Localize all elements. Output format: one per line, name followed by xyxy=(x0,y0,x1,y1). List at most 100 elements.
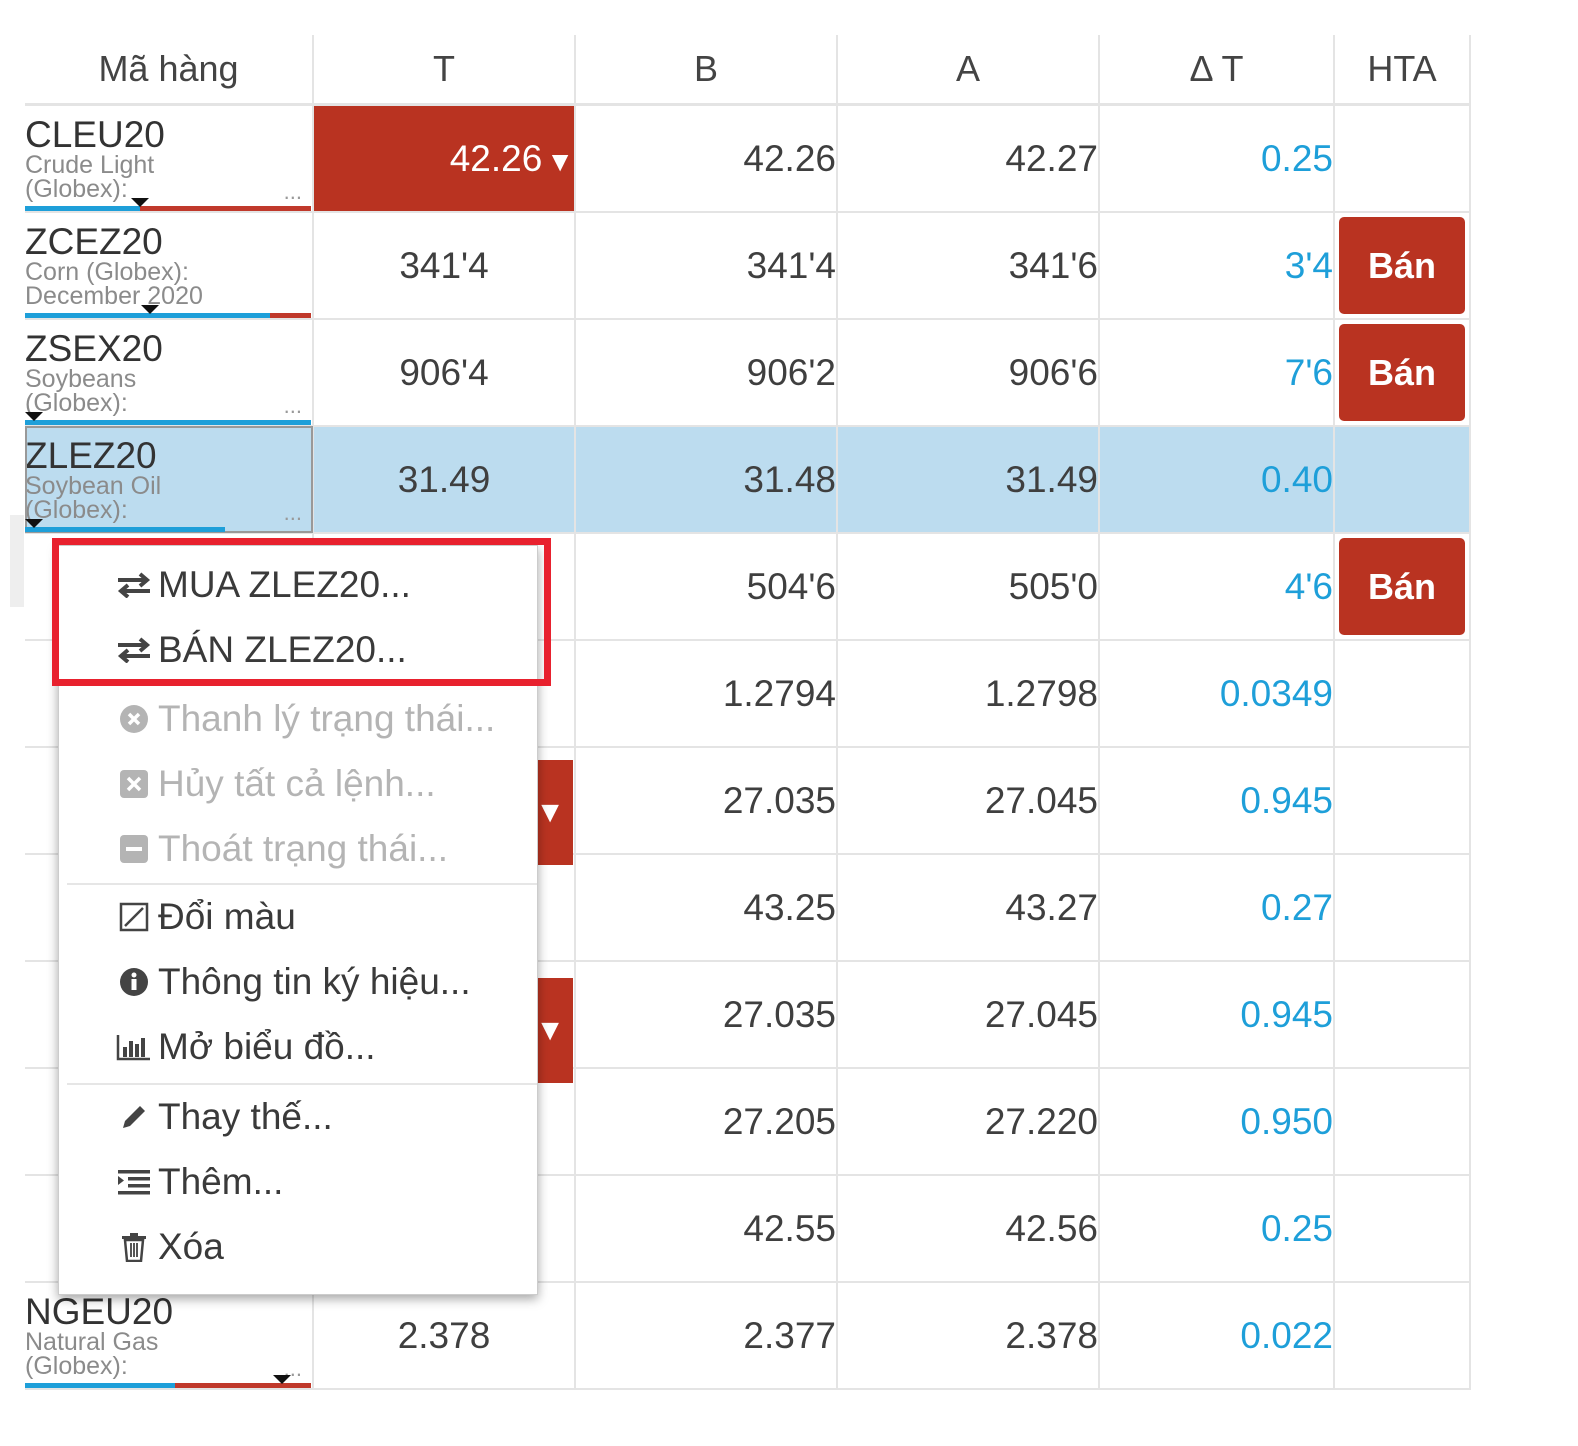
sell-button[interactable]: Bán xyxy=(1339,538,1465,635)
symbol-cell[interactable]: NGEU20 Natural Gas (Globex): ... xyxy=(25,1281,314,1390)
marker-icon xyxy=(131,198,149,207)
sell-button[interactable]: Bán xyxy=(1339,324,1465,421)
menu-item-label: Thêm... xyxy=(158,1161,284,1202)
hta-cell: Bán xyxy=(1333,532,1471,641)
last-price-cell[interactable]: 31.49 xyxy=(312,425,576,534)
hta-cell: Bán xyxy=(1333,318,1471,427)
ask-cell[interactable]: 42.27 xyxy=(836,103,1100,213)
menu-item-label: Thanh lý trạng thái... xyxy=(158,698,496,739)
change-cell: 0.950 xyxy=(1098,1067,1335,1176)
menu-item-symbol-info[interactable]: Thông tin ký hiệu... xyxy=(114,953,471,1011)
change-cell: 3'4 xyxy=(1098,211,1335,320)
sell-button[interactable]: Bán xyxy=(1339,217,1465,314)
table-row[interactable]: NGEU20 Natural Gas (Globex): ... 2.378 2… xyxy=(25,1281,1471,1390)
left-scroll-strip xyxy=(10,515,24,607)
bid-cell[interactable]: 43.25 xyxy=(574,853,838,962)
ask-cell[interactable]: 2.378 xyxy=(836,1281,1100,1390)
info-icon xyxy=(114,967,154,997)
ask-cell[interactable]: 1.2798 xyxy=(836,639,1100,748)
menu-item-liquidate[interactable]: Thanh lý trạng thái... xyxy=(114,690,495,748)
ask-cell[interactable]: 906'6 xyxy=(836,318,1100,427)
menu-item-exit-position[interactable]: Thoát trạng thái... xyxy=(114,820,448,878)
change-cell: 4'6 xyxy=(1098,532,1335,641)
hta-cell xyxy=(1333,746,1471,855)
bid-cell[interactable]: 27.035 xyxy=(574,746,838,855)
table-row[interactable]: ZCEZ20 Corn (Globex): December 2020 341'… xyxy=(25,211,1471,320)
symbol-cell[interactable]: ZLEZ20 Soybean Oil (Globex): ... xyxy=(25,425,314,534)
last-price-cell[interactable]: 341'4 xyxy=(312,211,576,320)
watchlist-panel: Mã hàng T B A Δ T HTA CLEU20 Crude Light… xyxy=(0,0,1578,1446)
indent-icon xyxy=(114,1168,154,1196)
bid-cell[interactable]: 31.48 xyxy=(574,425,838,534)
last-price-cell[interactable]: 906'4 xyxy=(312,318,576,427)
hta-cell xyxy=(1333,639,1471,748)
ask-cell[interactable]: 43.27 xyxy=(836,853,1100,962)
menu-item-cancel-all[interactable]: Hủy tất cả lệnh... xyxy=(114,755,436,813)
bid-cell[interactable]: 42.55 xyxy=(574,1174,838,1283)
symbol-desc: (Globex): xyxy=(25,174,128,203)
change-cell: 0.022 xyxy=(1098,1281,1335,1390)
change-cell: 0.27 xyxy=(1098,853,1335,962)
symbol-desc: December 2020 xyxy=(25,281,203,310)
hta-cell: Bán xyxy=(1333,211,1471,320)
symbol-code: ZCEZ20 xyxy=(25,220,163,262)
bid-cell[interactable]: 27.205 xyxy=(574,1067,838,1176)
down-arrow-icon: ▼ xyxy=(535,1013,565,1047)
menu-item-open-chart[interactable]: Mở biểu đồ... xyxy=(114,1018,376,1076)
bid-cell[interactable]: 906'2 xyxy=(574,318,838,427)
menu-separator xyxy=(67,1083,537,1085)
symbol-desc: (Globex): xyxy=(25,388,128,417)
menu-item-change-color[interactable]: Đổi màu xyxy=(114,888,296,946)
col-header-symbol[interactable]: Mã hàng xyxy=(25,35,314,106)
bid-bar xyxy=(25,527,225,531)
marker-icon xyxy=(141,305,159,314)
bid-cell[interactable]: 341'4 xyxy=(574,211,838,320)
ask-cell[interactable]: 27.045 xyxy=(836,746,1100,855)
ask-cell[interactable]: 31.49 xyxy=(836,425,1100,534)
bid-cell[interactable]: 2.377 xyxy=(574,1281,838,1390)
close-square-icon xyxy=(114,769,154,799)
menu-separator xyxy=(67,883,537,885)
bid-cell[interactable]: 1.2794 xyxy=(574,639,838,748)
symbol-cell[interactable]: ZSEX20 Soybeans (Globex): ... xyxy=(25,318,314,427)
last-price-cell[interactable]: 42.26 ▼ xyxy=(312,103,576,213)
col-header-change[interactable]: Δ T xyxy=(1098,35,1335,106)
bid-cell[interactable]: 504'6 xyxy=(574,532,838,641)
marker-icon xyxy=(25,519,43,528)
bid-cell[interactable]: 42.26 xyxy=(574,103,838,213)
col-header-ask[interactable]: A xyxy=(836,35,1100,106)
menu-item-delete[interactable]: Xóa xyxy=(114,1218,224,1276)
more-dots: ... xyxy=(283,500,302,525)
ask-bar xyxy=(270,313,311,317)
table-row-selected[interactable]: ZLEZ20 Soybean Oil (Globex): ... 31.49 3… xyxy=(25,425,1471,534)
menu-item-label: Xóa xyxy=(158,1226,224,1267)
symbol-cell[interactable]: CLEU20 Crude Light (Globex): ... xyxy=(25,103,314,213)
ask-cell[interactable]: 505'0 xyxy=(836,532,1100,641)
col-header-last[interactable]: T xyxy=(312,35,576,106)
close-circle-icon xyxy=(114,704,154,734)
table-row[interactable]: CLEU20 Crude Light (Globex): ... 42.26 ▼ … xyxy=(25,103,1471,213)
menu-item-add[interactable]: Thêm... xyxy=(114,1153,283,1211)
symbol-cell[interactable]: ZCEZ20 Corn (Globex): December 2020 xyxy=(25,211,314,320)
trash-icon xyxy=(114,1232,154,1262)
hta-cell xyxy=(1333,425,1471,534)
change-cell: 0.25 xyxy=(1098,1174,1335,1283)
ask-cell[interactable]: 27.220 xyxy=(836,1067,1100,1176)
down-arrow-icon: ▼ xyxy=(535,795,565,829)
change-cell: 0.25 xyxy=(1098,103,1335,213)
ask-cell[interactable]: 42.56 xyxy=(836,1174,1100,1283)
menu-item-label: Mở biểu đồ... xyxy=(158,1026,376,1067)
col-header-bid[interactable]: B xyxy=(574,35,838,106)
ask-cell[interactable]: 341'6 xyxy=(836,211,1100,320)
menu-item-replace[interactable]: Thay thế... xyxy=(114,1088,333,1146)
header-row: Mã hàng T B A Δ T HTA xyxy=(25,35,1471,106)
ask-cell[interactable]: 27.045 xyxy=(836,960,1100,1069)
col-header-hta[interactable]: HTA xyxy=(1333,35,1471,106)
bid-cell[interactable]: 27.035 xyxy=(574,960,838,1069)
last-price-cell[interactable]: 2.378 xyxy=(312,1281,576,1390)
table-row[interactable]: ZSEX20 Soybeans (Globex): ... 906'4 906'… xyxy=(25,318,1471,427)
hta-cell xyxy=(1333,1174,1471,1283)
menu-item-label: Đổi màu xyxy=(158,896,296,937)
edit-square-icon xyxy=(114,902,154,932)
hta-cell xyxy=(1333,853,1471,962)
